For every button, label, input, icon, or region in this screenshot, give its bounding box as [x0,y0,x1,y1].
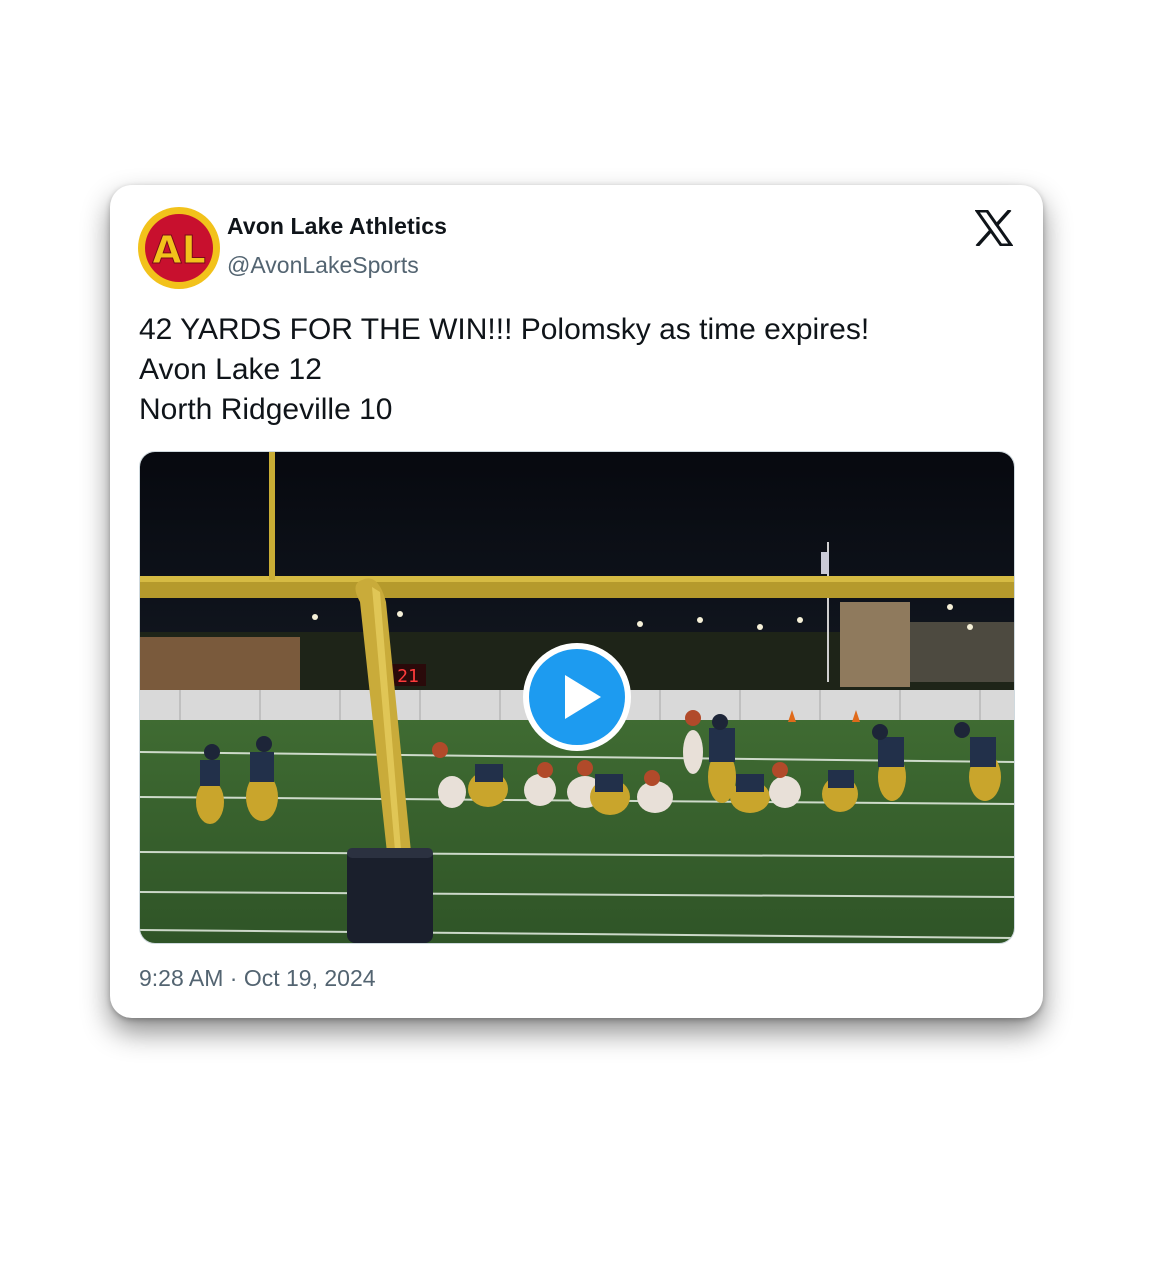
display-name[interactable]: Avon Lake Athletics [227,213,447,240]
scoreboard-text: 21 [397,666,419,687]
tweet-line: 42 YARDS FOR THE WIN!!! Polomsky as time… [139,313,870,346]
tweet-text: 42 YARDS FOR THE WIN!!! Polomsky as time… [139,310,1019,430]
tweet-card: AL Avon Lake Athletics @AvonLakeSports 4… [110,185,1043,1018]
tweet-timestamp[interactable]: 9:28 AM · Oct 19, 2024 [139,965,376,992]
x-logo-icon[interactable] [974,208,1014,248]
play-button[interactable] [521,641,633,753]
avatar[interactable]: AL [138,207,220,289]
video-player[interactable]: 21 [139,451,1015,944]
account-handle[interactable]: @AvonLakeSports [227,252,419,279]
tweet-line: Avon Lake 12 [139,353,322,386]
play-icon [523,643,631,751]
avatar-logo-text: AL [152,228,206,272]
tweet-line: North Ridgeville 10 [139,393,393,426]
